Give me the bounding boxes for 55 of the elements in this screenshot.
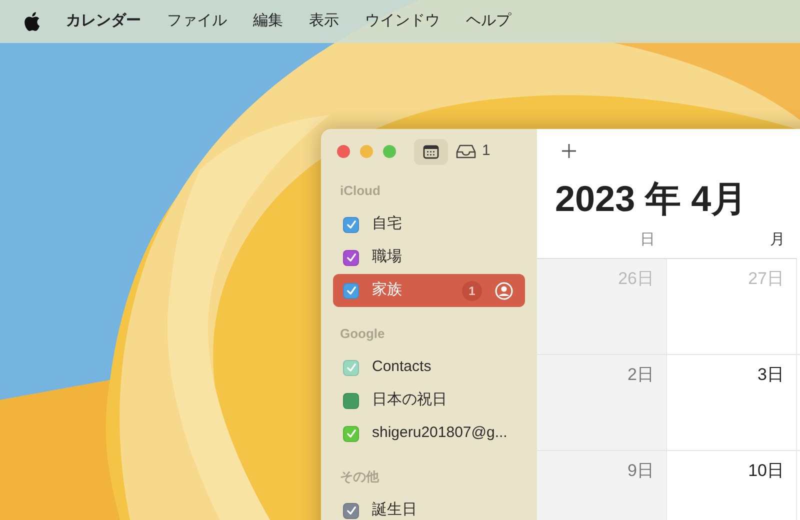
calendar-name: 誕生日 (372, 500, 417, 520)
calendar-checkbox[interactable] (343, 250, 359, 266)
day-number: 10日 (748, 461, 784, 481)
day-number: 3日 (758, 365, 784, 385)
menu-item[interactable]: 編集 (253, 10, 283, 33)
calendar-list-item[interactable]: 誕生日 (333, 494, 525, 520)
day-number: 27日 (748, 269, 784, 289)
calendar-checkbox[interactable] (343, 282, 359, 298)
checkmark-icon (346, 285, 356, 296)
checkmark-icon (346, 362, 356, 373)
section-heading: その他 (339, 468, 379, 486)
calendar-list-item[interactable]: shigeru201807@g... (333, 417, 525, 450)
calendar-name: shigeru201807@g... (372, 423, 508, 444)
menu-item[interactable]: ウインドウ (365, 10, 440, 33)
day-cell[interactable]: 9日 (537, 451, 667, 520)
calendar-list-item[interactable]: Contacts (333, 351, 525, 384)
calendar-checkbox[interactable] (343, 216, 359, 232)
checkmark-icon (346, 428, 356, 439)
checkmark-icon (346, 505, 356, 516)
plus-icon (562, 144, 576, 158)
day-number: 2日 (628, 365, 654, 385)
calendar-checkbox[interactable] (343, 360, 359, 376)
calendar-checkbox[interactable] (343, 426, 359, 442)
day-number: 26日 (618, 269, 654, 289)
weekday-label: 日 (640, 230, 655, 250)
calendar-list-button[interactable] (414, 138, 448, 164)
calendar-list-item[interactable]: 自宅 (333, 208, 525, 241)
day-number: 9日 (628, 461, 654, 481)
calendar-name: 職場 (372, 247, 402, 268)
menu-item[interactable]: カレンダー (66, 10, 141, 33)
calendar-icon (423, 144, 439, 158)
inbox-button[interactable]: 1 (456, 140, 490, 163)
checkmark-icon (346, 219, 356, 230)
checkmark-icon (346, 252, 356, 263)
calendar-name: 家族 (372, 280, 402, 300)
calendar-list-item[interactable]: 家族 1 (333, 274, 525, 307)
inbox-tray-icon (456, 144, 476, 159)
calendar-name: Contacts (372, 357, 432, 378)
calendar-name: 日本の祝日 (372, 390, 447, 410)
section-heading: iCloud (339, 182, 380, 200)
weekday-label: 月 (770, 230, 785, 250)
month-title: 2023 年 4月 (555, 179, 748, 219)
calendar-list-item[interactable]: 職場 (333, 241, 525, 274)
calendar-list-item[interactable]: 日本の祝日 (333, 384, 525, 417)
menu-item[interactable]: ヘルプ (466, 10, 511, 33)
calendar-checkbox[interactable] (343, 392, 359, 408)
section-heading: Google (339, 325, 385, 343)
menu-item[interactable]: 表示 (309, 10, 339, 33)
apple-logo-icon[interactable] (24, 12, 40, 31)
close-button[interactable] (337, 145, 350, 158)
calendar-name: 自宅 (372, 214, 402, 234)
notification-badge: 1 (462, 280, 482, 300)
day-cell[interactable]: 2日 (537, 355, 667, 450)
menu-item[interactable]: ファイル (167, 10, 227, 33)
calendar-checkbox[interactable] (343, 502, 359, 518)
